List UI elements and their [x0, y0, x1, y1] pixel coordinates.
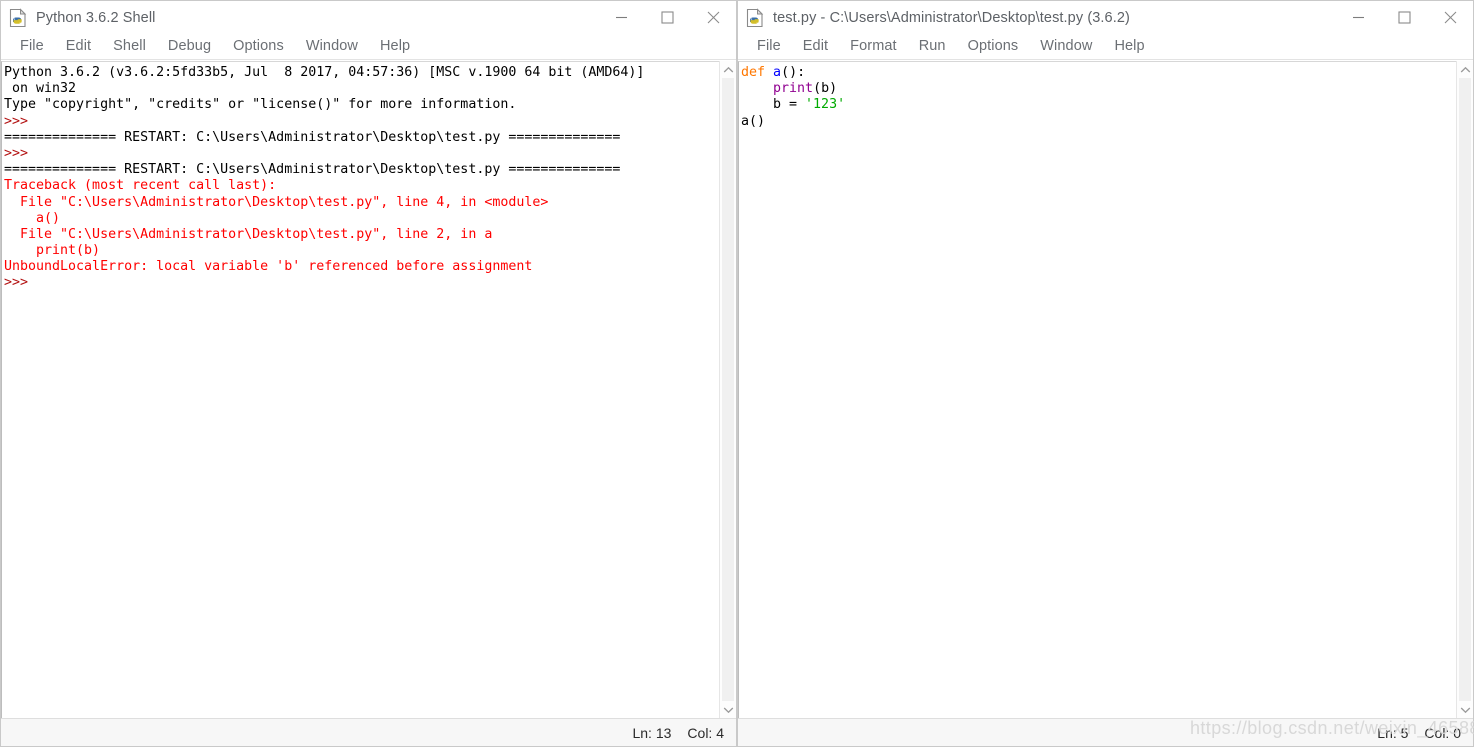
chevron-down-icon[interactable]: [720, 701, 736, 718]
python-file-icon: [7, 7, 29, 29]
editor-statusbar: Ln: 5 Col: 0: [738, 718, 1473, 746]
python-editor-window: test.py - C:\Users\Administrator\Desktop…: [737, 0, 1474, 747]
shell-statusbar: Ln: 13 Col: 4: [1, 718, 736, 746]
shell-output-line: Type "copyright", "credits" or "license(…: [4, 97, 517, 113]
shell-output-line: >>>: [4, 275, 37, 291]
shell-output-line: Python 3.6.2 (v3.6.2:5fd33b5, Jul 8 2017…: [4, 65, 645, 80]
shell-window-controls: [598, 1, 736, 34]
shell-output-text[interactable]: Python 3.6.2 (v3.6.2:5fd33b5, Jul 8 2017…: [1, 61, 719, 718]
shell-output-line: a(): [4, 210, 61, 226]
editor-title-text: test.py - C:\Users\Administrator\Desktop…: [773, 9, 1130, 26]
editor-titlebar[interactable]: test.py - C:\Users\Administrator\Desktop…: [738, 1, 1473, 34]
chevron-up-icon[interactable]: [1457, 61, 1473, 78]
python-shell-window: Python 3.6.2 Shell File Edit Shell Debug Opt…: [0, 0, 737, 747]
editor-menu-edit[interactable]: Edit: [792, 37, 839, 56]
close-icon[interactable]: [690, 1, 736, 34]
editor-scrollbar-thumb[interactable]: [1459, 78, 1471, 701]
chevron-up-icon[interactable]: [720, 61, 736, 78]
shell-output-line: on win32: [4, 81, 77, 97]
editor-menu-help[interactable]: Help: [1103, 37, 1155, 56]
shell-output-line: UnboundLocalError: local variable 'b' re…: [4, 259, 533, 275]
editor-menu-run[interactable]: Run: [908, 37, 957, 56]
shell-menu-edit[interactable]: Edit: [55, 37, 102, 56]
editor-menu-window[interactable]: Window: [1029, 37, 1103, 56]
editor-menu-format[interactable]: Format: [839, 37, 908, 56]
editor-code-line: b = '123': [741, 97, 846, 113]
shell-menu-file[interactable]: File: [9, 37, 55, 56]
editor-vertical-scrollbar[interactable]: [1456, 61, 1473, 718]
desktop-root: 自由转载-非商用-非衍生-保持署名 Creative Commons 许可证。转…: [0, 0, 1474, 747]
close-icon[interactable]: [1427, 1, 1473, 34]
shell-titlebar[interactable]: Python 3.6.2 Shell: [1, 1, 736, 34]
shell-menu-debug[interactable]: Debug: [157, 37, 222, 56]
editor-code-line: def a():: [741, 65, 806, 80]
shell-output-line: Traceback (most recent call last):: [4, 178, 277, 194]
editor-menubar: File Edit Format Run Options Window Help: [738, 34, 1473, 60]
editor-menu-file[interactable]: File: [746, 37, 792, 56]
editor-code-area-wrap: def a(): print(b) b = '123' a(): [738, 61, 1473, 718]
shell-output-line: File "C:\Users\Administrator\Desktop\tes…: [4, 194, 549, 210]
shell-menu-shell[interactable]: Shell: [102, 37, 157, 56]
shell-menu-help[interactable]: Help: [369, 37, 421, 56]
shell-col-indicator: Col: 4: [687, 724, 724, 741]
shell-output-line: >>>: [4, 113, 37, 129]
shell-line-indicator: Ln: 13: [632, 724, 672, 741]
editor-menu-options[interactable]: Options: [957, 37, 1030, 56]
shell-menubar: File Edit Shell Debug Options Window Help: [1, 34, 736, 60]
shell-output-line: File "C:\Users\Administrator\Desktop\tes…: [4, 226, 493, 242]
shell-menu-options[interactable]: Options: [222, 37, 295, 56]
editor-col-indicator: Col: 0: [1424, 724, 1461, 741]
shell-output-line: ============== RESTART: C:\Users\Adminis…: [4, 162, 621, 178]
shell-vertical-scrollbar[interactable]: [719, 61, 736, 718]
shell-output-line: print(b): [4, 243, 101, 259]
shell-output-line: ============== RESTART: C:\Users\Adminis…: [4, 129, 621, 145]
editor-line-indicator: Ln: 5: [1377, 724, 1409, 741]
maximize-icon[interactable]: [1381, 1, 1427, 34]
shell-title-text: Python 3.6.2 Shell: [36, 9, 156, 26]
shell-menu-window[interactable]: Window: [295, 37, 369, 56]
maximize-icon[interactable]: [644, 1, 690, 34]
chevron-down-icon[interactable]: [1457, 701, 1473, 718]
editor-code-line: a(): [741, 113, 766, 129]
shell-scrollbar-thumb[interactable]: [722, 78, 734, 701]
editor-code-text[interactable]: def a(): print(b) b = '123' a(): [738, 61, 1456, 718]
python-file-icon: [744, 7, 766, 29]
shell-output-area-wrap: Python 3.6.2 (v3.6.2:5fd33b5, Jul 8 2017…: [1, 61, 736, 718]
editor-code-line: print(b): [773, 81, 838, 97]
shell-output-line: >>>: [4, 145, 37, 161]
minimize-icon[interactable]: [598, 1, 644, 34]
minimize-icon[interactable]: [1335, 1, 1381, 34]
editor-window-controls: [1335, 1, 1473, 34]
